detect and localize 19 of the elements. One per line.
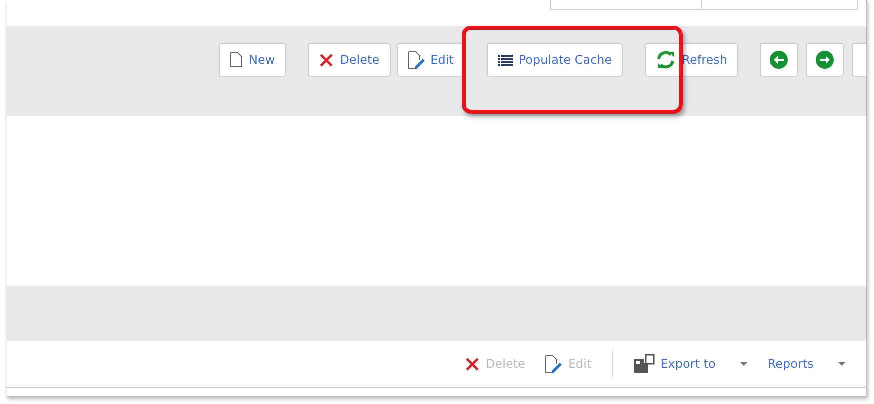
close-icon (319, 52, 334, 68)
refresh-icon (656, 50, 676, 70)
close-icon (465, 356, 480, 372)
list-icon (498, 54, 513, 66)
export-button[interactable]: Export to (622, 349, 758, 379)
document-icon (230, 52, 243, 68)
forward-button[interactable] (806, 43, 844, 77)
edit-button[interactable]: Edit (396, 43, 465, 77)
edit-icon (408, 50, 425, 70)
caret-icon (838, 362, 846, 366)
reports-button[interactable]: Reports (758, 349, 856, 379)
caret-icon (740, 362, 748, 366)
new-button[interactable]: New (219, 43, 286, 77)
back-button[interactable] (760, 43, 798, 77)
edit-icon (545, 354, 562, 374)
refresh-button[interactable]: Refresh (645, 43, 738, 77)
populate-cache-button[interactable]: Populate Cache (486, 43, 624, 77)
export-icon (632, 354, 655, 374)
delete-button[interactable]: Delete (308, 43, 391, 77)
